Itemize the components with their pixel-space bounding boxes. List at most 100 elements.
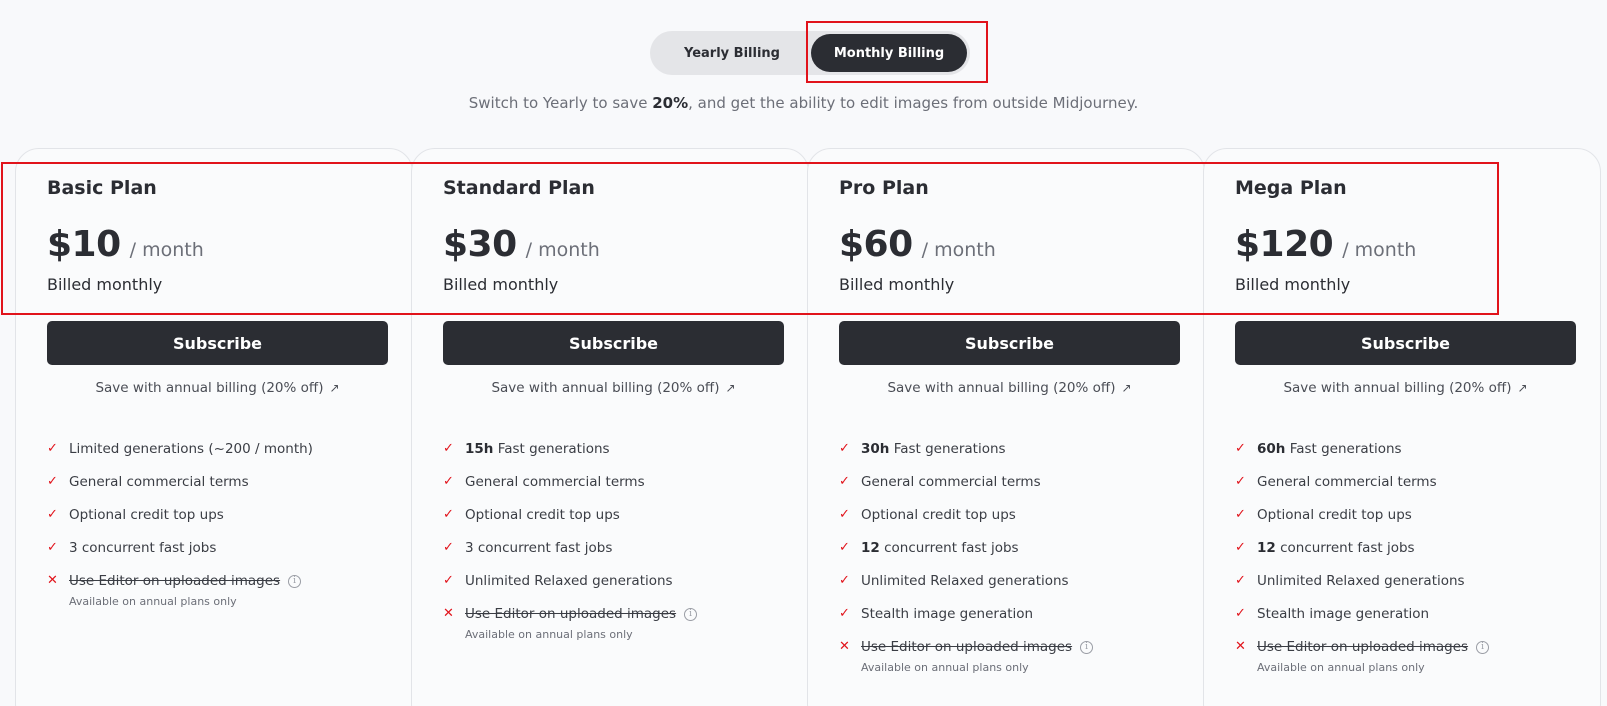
feature-item: ✓ Unlimited Relaxed generations xyxy=(1235,572,1585,605)
feature-item: ✓ 30h Fast generations xyxy=(839,440,1189,473)
price-period: / month xyxy=(1342,239,1417,261)
info-icon[interactable]: i xyxy=(684,607,698,621)
check-icon: ✓ xyxy=(839,540,850,555)
feature-text: Stealth image generation xyxy=(861,606,1034,622)
feature-list: ✓ 15h Fast generations ✓ General commercial… xyxy=(443,440,793,651)
feature-item: ✓ 3 concurrent fast jobs xyxy=(443,539,793,572)
feature-text-wrap: General commercial terms xyxy=(1257,473,1437,491)
feature-text: Optional credit top ups xyxy=(69,507,224,523)
annual-billing-link[interactable]: Save with annual billing (20% off) ↗ xyxy=(47,380,388,396)
feature-text: 3 concurrent fast jobs xyxy=(69,540,217,556)
check-icon: ✓ xyxy=(443,474,454,489)
check-icon: ✓ xyxy=(1235,474,1246,489)
feature-text-wrap: 12 concurrent fast jobs xyxy=(1257,539,1415,557)
annual-billing-link[interactable]: Save with annual billing (20% off) ↗ xyxy=(839,380,1180,396)
info-icon[interactable]: i xyxy=(288,574,302,588)
check-icon: ✓ xyxy=(443,540,454,555)
info-icon[interactable]: i xyxy=(1476,640,1490,654)
feature-text: General commercial terms xyxy=(465,474,645,490)
plan-price: $10 xyxy=(47,224,121,265)
check-icon: ✓ xyxy=(839,606,850,621)
plan-title: Basic Plan xyxy=(47,177,157,199)
monthly-billing-button[interactable]: Monthly Billing xyxy=(811,34,967,72)
annual-billing-link[interactable]: Save with annual billing (20% off) ↗ xyxy=(1235,380,1576,396)
feature-text: General commercial terms xyxy=(69,474,249,490)
annual-billing-text: Save with annual billing (20% off) xyxy=(491,380,720,396)
feature-item: ✓ General commercial terms xyxy=(839,473,1189,506)
feature-item: ✓ Unlimited Relaxed generations xyxy=(839,572,1189,605)
annual-billing-link[interactable]: Save with annual billing (20% off) ↗ xyxy=(443,380,784,396)
feature-text: Optional credit top ups xyxy=(465,507,620,523)
check-icon: ✓ xyxy=(1235,507,1246,522)
check-icon: ✓ xyxy=(47,441,58,456)
feature-list: ✓ Limited generations (~200 / month) ✓ Gene… xyxy=(47,440,397,618)
check-icon: ✓ xyxy=(839,474,850,489)
feature-text-wrap: Use Editor on uploaded images i Available … xyxy=(69,572,302,611)
feature-text-wrap: Stealth image generation xyxy=(1257,605,1429,623)
check-icon: ✓ xyxy=(443,573,454,588)
cross-icon: ✕ xyxy=(839,639,850,654)
plan-price: $30 xyxy=(443,224,517,265)
check-icon: ✓ xyxy=(47,540,58,555)
feature-item: ✓ 12 concurrent fast jobs xyxy=(1235,539,1585,572)
arrow-up-right-icon: ↗ xyxy=(1121,381,1132,395)
feature-text-wrap: Stealth image generation xyxy=(861,605,1033,623)
subtitle-prefix: Switch to Yearly to save xyxy=(468,94,653,112)
plan-title: Pro Plan xyxy=(839,177,929,199)
feature-item: ✓ Optional credit top ups xyxy=(1235,506,1585,539)
plan-card: Mega Plan $120 / month Billed monthly Su… xyxy=(1203,148,1601,706)
feature-item: ✓ 12 concurrent fast jobs xyxy=(839,539,1189,572)
arrow-up-right-icon: ↗ xyxy=(1517,381,1528,395)
feature-list: ✓ 30h Fast generations ✓ General commercial… xyxy=(839,440,1189,684)
check-icon: ✓ xyxy=(1235,441,1246,456)
check-icon: ✓ xyxy=(839,573,850,588)
cross-icon: ✕ xyxy=(443,606,454,621)
feature-item: ✕ Use Editor on uploaded images i Available… xyxy=(839,638,1189,684)
arrow-up-right-icon: ↗ xyxy=(329,381,340,395)
feature-text: Fast generations xyxy=(889,441,1006,457)
feature-item: ✓ Optional credit top ups xyxy=(839,506,1189,539)
feature-text-wrap: 15h Fast generations xyxy=(465,440,610,458)
subtitle-suffix: , and get the ability to edit images fro… xyxy=(688,94,1139,112)
feature-text-wrap: Unlimited Relaxed generations xyxy=(861,572,1069,590)
feature-text: Use Editor on uploaded images xyxy=(861,639,1073,655)
annual-billing-text: Save with annual billing (20% off) xyxy=(887,380,1116,396)
billing-subtitle: Switch to Yearly to save 20%, and get th… xyxy=(0,94,1607,112)
feature-text: Fast generations xyxy=(493,441,610,457)
feature-item: ✓ Optional credit top ups xyxy=(47,506,397,539)
check-icon: ✓ xyxy=(839,441,850,456)
feature-item: ✓ Optional credit top ups xyxy=(443,506,793,539)
feature-text: Use Editor on uploaded images xyxy=(1257,639,1469,655)
feature-text: 3 concurrent fast jobs xyxy=(465,540,613,556)
annual-billing-text: Save with annual billing (20% off) xyxy=(1283,380,1512,396)
feature-text: Unlimited Relaxed generations xyxy=(861,573,1069,589)
info-icon[interactable]: i xyxy=(1080,640,1094,654)
price-period: / month xyxy=(921,239,996,261)
feature-text-wrap: Limited generations (~200 / month) xyxy=(69,440,313,458)
subscribe-button[interactable]: Subscribe xyxy=(1235,321,1576,365)
feature-note: Available on annual plans only xyxy=(1257,661,1425,674)
feature-text: General commercial terms xyxy=(861,474,1041,490)
subscribe-button[interactable]: Subscribe xyxy=(839,321,1180,365)
feature-text: Unlimited Relaxed generations xyxy=(465,573,673,589)
feature-text: Use Editor on uploaded images xyxy=(465,606,677,622)
feature-bold-value: 15h xyxy=(465,441,494,457)
billing-cycle: Billed monthly xyxy=(443,275,559,294)
feature-text: concurrent fast jobs xyxy=(1275,540,1415,556)
billing-cycle: Billed monthly xyxy=(839,275,955,294)
feature-item: ✕ Use Editor on uploaded images i Available… xyxy=(443,605,793,651)
yearly-billing-button[interactable]: Yearly Billing xyxy=(653,34,811,72)
subscribe-button[interactable]: Subscribe xyxy=(47,321,388,365)
billing-toggle[interactable]: Yearly Billing Monthly Billing xyxy=(650,31,970,75)
feature-item: ✓ General commercial terms xyxy=(1235,473,1585,506)
feature-text: Stealth image generation xyxy=(1257,606,1430,622)
feature-text-wrap: Unlimited Relaxed generations xyxy=(465,572,673,590)
check-icon: ✓ xyxy=(443,441,454,456)
feature-item: ✓ 15h Fast generations xyxy=(443,440,793,473)
plan-price: $120 xyxy=(1235,224,1334,265)
feature-item: ✕ Use Editor on uploaded images i Available… xyxy=(1235,638,1585,684)
subscribe-button[interactable]: Subscribe xyxy=(443,321,784,365)
price-row: $10 / month xyxy=(47,224,204,265)
feature-text-wrap: Use Editor on uploaded images i Available … xyxy=(861,638,1094,677)
feature-text-wrap: Optional credit top ups xyxy=(861,506,1016,524)
